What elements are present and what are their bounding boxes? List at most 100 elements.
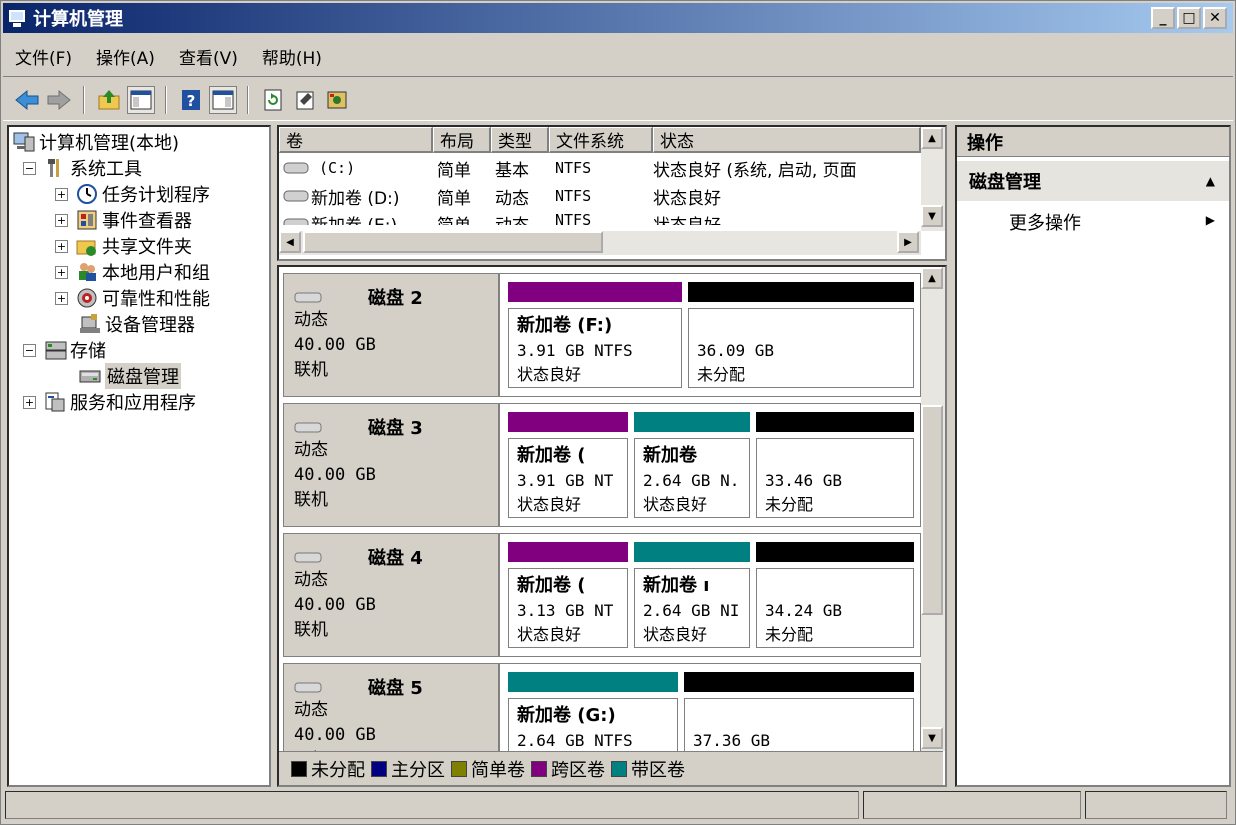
volume-region[interactable]: 新加卷 (F:) 3.91 GB NTFS 状态良好 <box>504 282 684 388</box>
tree-item-services-apps[interactable]: + 服务和应用程序 <box>23 389 196 415</box>
expand-icon[interactable]: + <box>55 187 68 201</box>
disk-settings-icon <box>327 91 347 108</box>
scroll-up-icon[interactable]: ▲ <box>921 267 943 289</box>
disk-info[interactable]: 磁盘 4 动态 40.00 GB 联机 <box>284 534 500 656</box>
shared-folder-icon <box>76 235 98 257</box>
tree-item-disk-management[interactable]: 磁盘管理 <box>79 363 181 389</box>
properties-button[interactable] <box>291 86 319 114</box>
volume-body: 新加卷 (3.13 GB NT 状态良好 <box>508 568 628 648</box>
column-header-type[interactable]: 类型 <box>491 127 549 153</box>
disk-row[interactable]: 磁盘 2 动态 40.00 GB 联机 新加卷 (F:) 3.91 GB NTFS 状态良好… <box>283 273 921 397</box>
disk-options-button[interactable] <box>323 86 351 114</box>
drive-icon <box>283 218 309 225</box>
console-tree: 计算机管理(本地) − 系统工具 + 任务计划程序 + 事件查看器 + 共享文件… <box>7 125 271 787</box>
back-button[interactable] <box>13 86 41 114</box>
close-button[interactable]: ✕ <box>1203 7 1227 29</box>
scroll-down-icon[interactable]: ▼ <box>921 727 943 749</box>
collapse-icon[interactable]: − <box>23 161 36 175</box>
scroll-down-icon[interactable]: ▼ <box>921 205 943 227</box>
disk-graphical-view: 磁盘 2 动态 40.00 GB 联机 新加卷 (F:) 3.91 GB NTFS 状态良好… <box>277 265 947 787</box>
collapse-up-icon[interactable]: ▲ <box>1206 174 1215 188</box>
scroll-left-icon[interactable]: ◀ <box>279 231 301 253</box>
column-header-status[interactable]: 状态 <box>653 127 921 153</box>
menu-action[interactable]: 操作(A) <box>84 41 167 73</box>
expand-icon[interactable]: + <box>23 395 36 409</box>
minimize-button[interactable]: _ <box>1151 7 1175 29</box>
show-hide-tree-button[interactable] <box>127 85 155 114</box>
action-section-disk-management[interactable]: 磁盘管理 ▲ <box>957 161 1229 201</box>
disk-view-vscrollbar[interactable]: ▲ ▼ <box>921 267 945 751</box>
tools-icon <box>44 157 66 179</box>
tree-item-system-tools[interactable]: − 系统工具 <box>23 155 142 181</box>
tree-item-storage[interactable]: − 存储 <box>23 337 106 363</box>
tree-item-event-viewer[interactable]: + 事件查看器 <box>55 207 192 233</box>
expand-icon[interactable]: + <box>55 239 68 253</box>
scroll-up-icon[interactable]: ▲ <box>921 127 943 149</box>
disk-row[interactable]: 磁盘 4 动态 40.00 GB 联机 新加卷 (3.13 GB NT 状态良好 新加卷 ı… <box>283 533 921 657</box>
hscroll-thumb[interactable] <box>303 231 603 253</box>
expand-icon[interactable]: + <box>55 291 68 305</box>
unallocated-region[interactable]: 34.24 GB 未分配 <box>752 542 916 648</box>
action-pane-icon <box>212 90 234 109</box>
volume-name: 新加卷 ( <box>517 575 586 596</box>
status-cell <box>5 791 859 819</box>
disk-info[interactable]: 磁盘 2 动态 40.00 GB 联机 <box>284 274 500 396</box>
volume-list-vscrollbar[interactable]: ▲ ▼ <box>921 127 945 231</box>
menu-view[interactable]: 查看(V) <box>167 41 250 73</box>
volume-size: 33.46 GB <box>765 471 843 490</box>
expand-icon[interactable]: + <box>55 213 68 227</box>
disk-size: 40.00 GB <box>294 465 376 485</box>
menu-help[interactable]: 帮助(H) <box>250 41 334 73</box>
tree-item-reliability[interactable]: + 可靠性和性能 <box>55 285 210 311</box>
disk-info[interactable]: 磁盘 3 动态 40.00 GB 联机 <box>284 404 500 526</box>
volume-body: 新加卷 (3.91 GB NT 状态良好 <box>508 438 628 518</box>
volume-name <box>697 313 905 339</box>
disk-size: 40.00 GB <box>294 725 376 745</box>
volume-size: 37.36 GB <box>693 731 771 750</box>
volume-color-bar <box>634 412 750 432</box>
column-header-filesystem[interactable]: 文件系统 <box>549 127 653 153</box>
volume-size: 3.13 GB NT <box>517 601 614 620</box>
action-pane-header: 操作 <box>957 127 1229 157</box>
volume-name: 新加卷 ( <box>517 445 586 466</box>
maximize-button[interactable]: □ <box>1177 7 1201 29</box>
help-button[interactable]: ? <box>177 86 205 114</box>
more-actions-item[interactable]: 更多操作 <box>1009 209 1081 235</box>
expand-icon[interactable]: + <box>55 265 68 279</box>
tree-item-local-users[interactable]: + 本地用户和组 <box>55 259 210 285</box>
scroll-right-icon[interactable]: ▶ <box>897 231 919 253</box>
unallocated-region[interactable]: 33.46 GB 未分配 <box>752 412 916 518</box>
volume-size: 2.64 GB NI <box>643 601 740 620</box>
forward-button[interactable] <box>45 86 73 114</box>
volume-region[interactable]: 新加卷 (3.13 GB NT 状态良好 <box>504 542 630 648</box>
menu-file[interactable]: 文件(F) <box>3 41 84 73</box>
column-header-volume[interactable]: 卷 <box>279 127 433 153</box>
up-level-button[interactable] <box>95 86 123 114</box>
disk-row[interactable]: 磁盘 3 动态 40.00 GB 联机 新加卷 (3.91 GB NT 状态良好 新加卷 2.… <box>283 403 921 527</box>
volume-region[interactable]: 新加卷 (3.91 GB NT 状态良好 <box>504 412 630 518</box>
tree-item-device-manager[interactable]: 设备管理器 <box>79 311 195 337</box>
table-row[interactable]: (C:) 简单 基本 NTFS 状态良好 (系统, 启动, 页面 <box>283 155 923 181</box>
collapse-icon[interactable]: − <box>23 343 36 357</box>
refresh-button[interactable] <box>259 86 287 114</box>
volume-list-hscrollbar[interactable]: ◀ ▶ <box>279 231 921 255</box>
unallocated-region[interactable]: 36.09 GB 未分配 <box>684 282 916 388</box>
properties-icon <box>296 91 314 109</box>
vscroll-thumb[interactable] <box>921 405 943 615</box>
volume-region[interactable]: 新加卷 ı 2.64 GB NI 状态良好 <box>630 542 752 648</box>
users-icon <box>76 261 98 283</box>
table-row[interactable]: 新加卷 (D:) 简单 动态 NTFS 状态良好 <box>283 183 923 209</box>
column-header-layout[interactable]: 布局 <box>433 127 491 153</box>
tree-item-task-scheduler[interactable]: + 任务计划程序 <box>55 181 210 207</box>
show-action-pane-button[interactable] <box>209 85 237 114</box>
title-bar[interactable]: 计算机管理 _ □ ✕ <box>3 3 1233 33</box>
table-row[interactable]: 新加卷 (E:) 简单 动态 NTFS 状态良好 <box>283 211 923 225</box>
volume-region[interactable]: 新加卷 2.64 GB N. 状态良好 <box>630 412 752 518</box>
status-bar <box>5 791 1231 821</box>
volume-body: 新加卷 ı 2.64 GB NI 状态良好 <box>634 568 750 648</box>
disk-name: 磁盘 4 <box>368 548 423 569</box>
folder-up-icon <box>98 89 120 109</box>
volume-name: 新加卷 ı <box>643 575 710 596</box>
tree-item-root[interactable]: 计算机管理(本地) <box>13 129 179 155</box>
tree-item-shared-folders[interactable]: + 共享文件夹 <box>55 233 192 259</box>
